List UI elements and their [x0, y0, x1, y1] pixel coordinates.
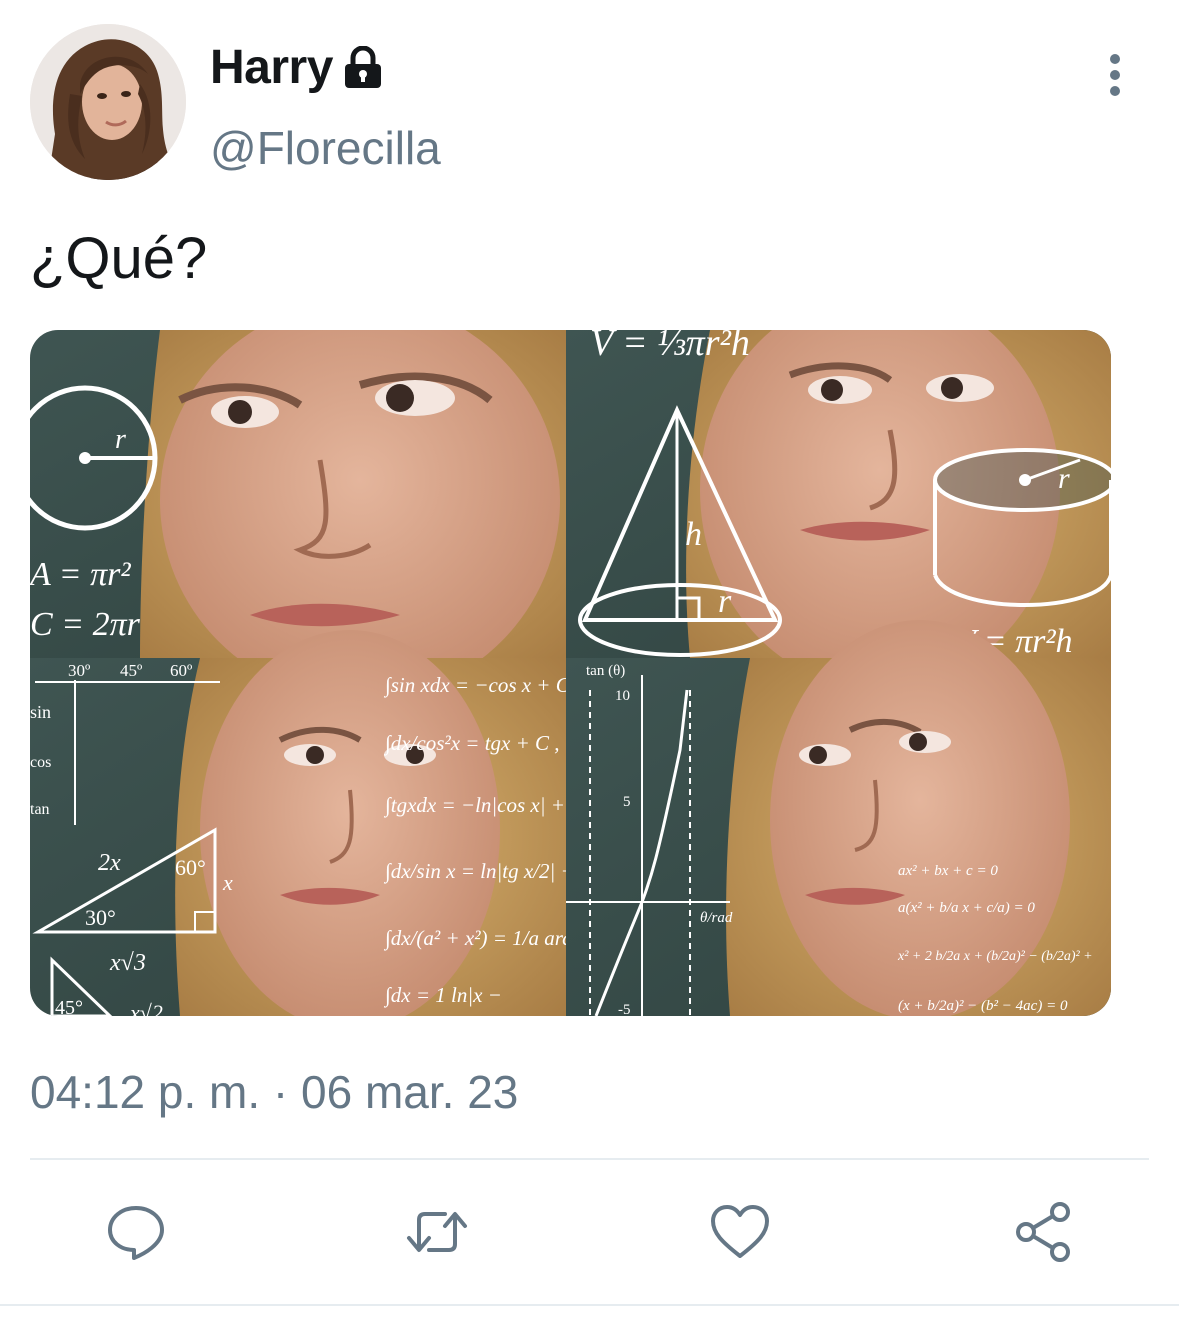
retweet-button[interactable] — [405, 1200, 469, 1264]
table-row-cos: cos — [30, 754, 51, 771]
display-name[interactable]: Harry — [210, 40, 383, 96]
radius-label: r — [115, 424, 126, 455]
tweet-timestamp[interactable]: 04:12 p. m. · 06 mar. 23 — [30, 1062, 518, 1122]
reply-icon — [108, 1206, 164, 1260]
triangle-side: x — [222, 870, 233, 895]
area-formula: A = πr² — [30, 556, 131, 593]
graph-tick-neg5: -5 — [618, 1002, 631, 1016]
cone-radius-label: r — [718, 583, 732, 620]
graph-x-label: θ/rad — [700, 910, 733, 926]
math-lady-meme-image: r A = πr² C = 2πr V = ⅓πr²h h r r V = πr… — [30, 330, 1111, 1016]
triangle-base: x√3 — [109, 950, 146, 976]
panel-top-right: V = ⅓πr²h h r r V = πr²h — [566, 330, 1111, 690]
user-handle[interactable]: @Florecilla — [210, 120, 441, 176]
table-header-30: 30º — [68, 661, 90, 680]
retweet-icon — [407, 1212, 467, 1252]
triangle-angle-60: 60° — [175, 855, 206, 880]
triangle-hypotenuse: 2x — [98, 850, 121, 876]
integral-2: ∫dx/cos²x = tgx + C , — [383, 731, 560, 756]
integral-1: ∫sin xdx = −cos x + C — [383, 673, 571, 698]
share-button[interactable] — [1012, 1200, 1076, 1264]
tweet: Harry @Florecilla ¿Qué? r A = πr² C = 2π… — [0, 0, 1179, 1324]
table-row-tan: tan — [30, 801, 50, 818]
heart-icon — [711, 1205, 769, 1258]
cylinder-radius-label: r — [1058, 462, 1070, 495]
table-row-sin: sin — [30, 702, 51, 722]
circumference-formula: C = 2πr — [30, 606, 141, 643]
integral-5: ∫dx/(a² + x²) = 1/a arctg — [383, 926, 588, 951]
integral-4: ∫dx/sin x = ln|tg x/2| + C — [383, 859, 595, 884]
height-label: h — [685, 516, 702, 553]
quadratic-4: (x + b/2a)² − (b² − 4ac) = 0 — [898, 998, 1068, 1014]
tweet-text: ¿Qué? — [30, 226, 208, 291]
table-header-60: 60º — [170, 661, 192, 680]
share-icon — [1016, 1202, 1070, 1262]
integral-3: ∫tgxdx = −ln|cos x| + — [383, 793, 565, 818]
divider — [30, 1158, 1149, 1160]
triangle-diagonal: x√2 — [129, 1000, 163, 1016]
integral-6: ∫dx = 1 ln|x − — [383, 983, 502, 1008]
cone-volume-formula: V = ⅓πr²h — [590, 330, 750, 364]
bottom-divider — [0, 1304, 1179, 1306]
panel-bottom-right: tan (θ) 10 5 -5 θ/rad ax² + bx + c = 0 a… — [566, 620, 1111, 1016]
more-options-icon[interactable] — [1096, 52, 1134, 98]
graph-tick-10: 10 — [615, 688, 630, 704]
lock-icon — [343, 45, 383, 90]
table-header-45: 45º — [120, 661, 142, 680]
triangle-angle-30: 30° — [85, 905, 116, 930]
avatar-image — [30, 24, 186, 180]
like-button[interactable] — [708, 1200, 772, 1264]
panel-bottom-left: 30º 45º 60º sin cos tan ∫sin xdx = −cos … — [30, 630, 595, 1016]
avatar[interactable] — [30, 24, 186, 180]
quadratic-2: a(x² + b/a x + c/a) = 0 — [898, 900, 1035, 916]
quadratic-1: ax² + bx + c = 0 — [898, 863, 998, 879]
tweet-media[interactable]: r A = πr² C = 2πr V = ⅓πr²h h r r V = πr… — [30, 330, 1111, 1016]
reply-button[interactable] — [104, 1200, 168, 1264]
graph-axis-label: tan (θ) — [586, 663, 625, 679]
graph-tick-5: 5 — [623, 794, 631, 810]
triangle-angle-45: 45° — [55, 997, 83, 1016]
display-name-text: Harry — [210, 41, 333, 94]
quadratic-3: x² + 2 b/2a x + (b/2a)² − (b/2a)² + — [897, 949, 1093, 964]
